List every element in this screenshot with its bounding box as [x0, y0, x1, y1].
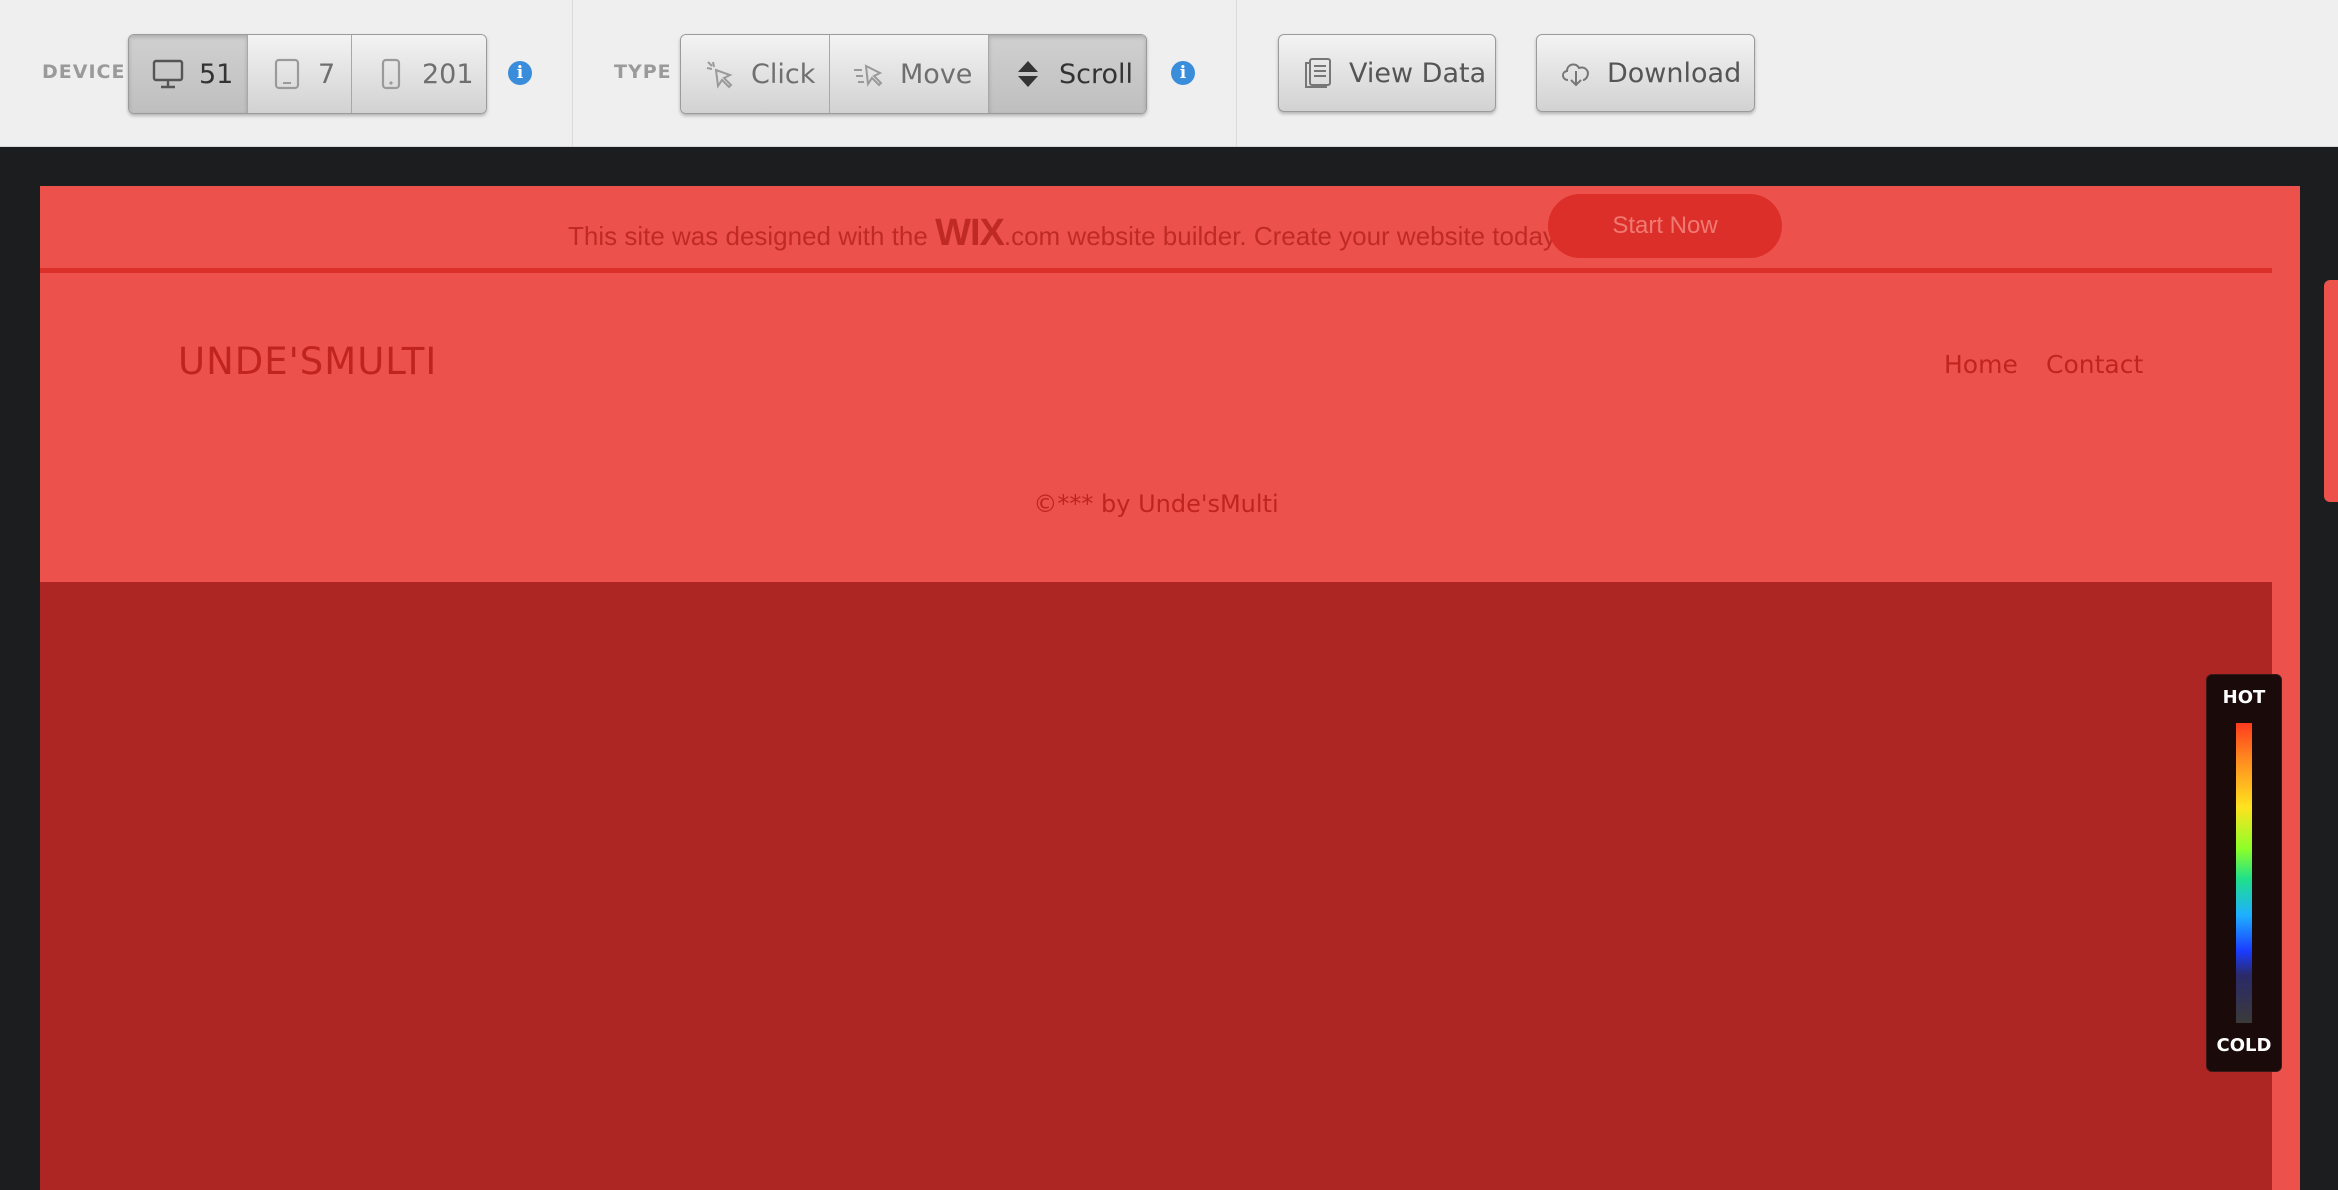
heatmap-toolbar: DEVICE 51 7 201 i TYPE Click Move Scroll…	[0, 0, 2338, 147]
device-desktop-button[interactable]: 51	[129, 35, 248, 113]
scroll-heat-region	[40, 582, 2272, 1190]
scroll-icon	[1011, 57, 1045, 91]
type-move-button[interactable]: Move	[830, 35, 989, 113]
wix-logo: WIX	[935, 212, 1005, 254]
start-now-button[interactable]: Start Now	[1548, 194, 1782, 258]
device-tablet-button[interactable]: 7	[248, 35, 352, 113]
divider	[572, 0, 573, 146]
tablet-icon	[270, 57, 304, 91]
device-tablet-count: 7	[318, 58, 336, 90]
device-mobile-count: 201	[422, 58, 474, 90]
mobile-icon	[374, 57, 408, 91]
copyright-text: ©*** by Unde'sMulti	[1033, 490, 1279, 518]
type-scroll-button[interactable]: Scroll	[989, 35, 1146, 113]
type-info-icon[interactable]: i	[1171, 61, 1195, 85]
type-label: TYPE	[614, 61, 672, 83]
wix-banner-text: This site was designed with the WIX.com …	[568, 212, 1561, 255]
cloud-download-icon	[1559, 56, 1593, 90]
divider	[1236, 0, 1237, 146]
legend-gradient-bar	[2236, 723, 2252, 1023]
legend-hot-label: HOT	[2222, 687, 2266, 708]
view-data-label: View Data	[1349, 57, 1487, 89]
heatmap-page-preview: This site was designed with the WIX.com …	[40, 186, 2300, 1190]
download-label: Download	[1607, 57, 1742, 89]
device-info-icon[interactable]: i	[508, 61, 532, 85]
type-selector: Click Move Scroll	[680, 34, 1147, 114]
wix-banner: This site was designed with the WIX.com …	[40, 186, 2272, 273]
document-list-icon	[1301, 56, 1335, 90]
device-selector: 51 7 201	[128, 34, 487, 114]
click-icon	[703, 57, 737, 91]
view-data-button[interactable]: View Data	[1278, 34, 1496, 112]
desktop-icon	[151, 57, 185, 91]
nav-home[interactable]: Home	[1944, 350, 2018, 379]
move-icon	[852, 57, 886, 91]
nav-contact[interactable]: Contact	[2046, 350, 2143, 379]
scrollbar-handle[interactable]	[2324, 280, 2338, 502]
device-label: DEVICE	[42, 61, 126, 83]
type-move-label: Move	[900, 58, 973, 90]
device-mobile-button[interactable]: 201	[352, 35, 486, 113]
device-desktop-count: 51	[199, 58, 234, 90]
download-button[interactable]: Download	[1536, 34, 1755, 112]
type-click-button[interactable]: Click	[681, 35, 830, 113]
banner-text-before: This site was designed with the	[568, 221, 936, 251]
type-scroll-label: Scroll	[1059, 58, 1134, 90]
legend-cold-label: COLD	[2216, 1035, 2272, 1056]
heat-legend: HOT COLD	[2206, 674, 2282, 1072]
site-title[interactable]: UNDE'SMULTI	[178, 340, 437, 383]
type-click-label: Click	[751, 58, 816, 90]
banner-text-after: .com website builder. Create your websit…	[1003, 221, 1562, 251]
